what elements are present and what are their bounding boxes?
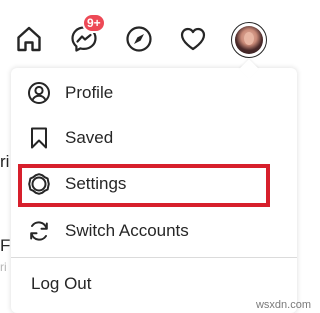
top-navigation-bar: 9+ <box>0 0 315 68</box>
background-text-fragment: ri <box>0 260 7 274</box>
menu-item-settings[interactable]: Settings <box>11 162 297 206</box>
background-text-fragment: ri <box>0 152 10 171</box>
menu-item-label: Settings <box>65 174 127 193</box>
messages-notification-badge: 9+ <box>82 13 106 33</box>
menu-divider <box>11 257 297 258</box>
explore-button[interactable] <box>124 24 154 54</box>
messenger-button[interactable]: 9+ <box>69 13 106 54</box>
activity-button[interactable] <box>178 24 208 54</box>
watermark: wsxdn.com <box>255 299 311 311</box>
menu-item-saved[interactable]: Saved <box>11 116 297 160</box>
home-icon <box>17 26 41 52</box>
home-button[interactable] <box>14 24 44 54</box>
menu-item-label: Profile <box>65 83 114 102</box>
menu-item-profile[interactable]: Profile <box>11 71 297 115</box>
heart-icon <box>180 27 206 51</box>
profile-avatar-button[interactable] <box>231 22 267 58</box>
avatar <box>235 26 263 54</box>
menu-item-switch-accounts[interactable]: Switch Accounts <box>11 209 297 253</box>
logout-button[interactable]: Log Out <box>31 274 92 294</box>
bookmark-icon <box>27 126 51 150</box>
switch-accounts-icon <box>27 219 51 243</box>
profile-icon <box>27 81 51 105</box>
compass-icon <box>126 26 152 52</box>
menu-item-label: Saved <box>65 128 114 147</box>
menu-item-label: Switch Accounts <box>65 221 189 240</box>
gear-icon <box>27 172 51 196</box>
profile-dropdown-menu: Profile Saved Settings Switch Accounts L… <box>11 68 297 313</box>
